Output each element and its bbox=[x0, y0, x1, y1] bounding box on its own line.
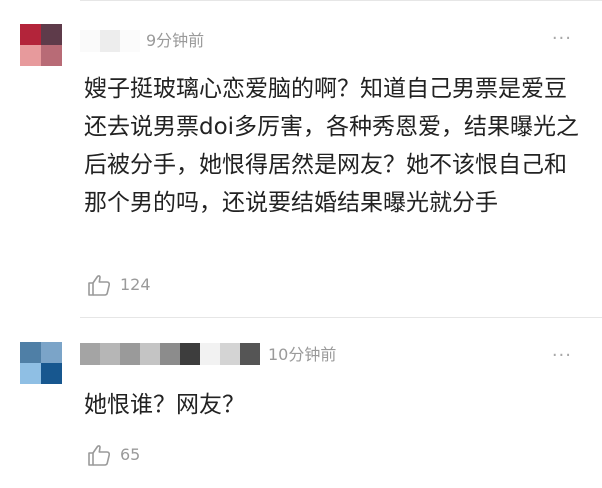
comment-item: 9分钟前 ··· 嫂子挺玻璃心恋爱脑的啊？知道自己男票是爱豆还去说男票doi多厉… bbox=[0, 0, 602, 318]
username-mosaic-cell bbox=[200, 343, 220, 365]
username-pixelated[interactable] bbox=[80, 30, 140, 52]
like-count: 124 bbox=[120, 275, 151, 294]
username-mosaic-cell bbox=[120, 30, 140, 52]
comment-timestamp: 9分钟前 bbox=[146, 31, 205, 50]
username-mosaic-cell bbox=[160, 343, 180, 365]
comment-timestamp: 10分钟前 bbox=[268, 345, 337, 364]
username-mosaic-cell bbox=[120, 343, 140, 365]
comment-text: 嫂子挺玻璃心恋爱脑的啊？知道自己男票是爱豆还去说男票doi多厉害，各种秀恩爱，结… bbox=[84, 76, 580, 216]
comment-item: 10分钟前 ··· 她恨谁？网友？ 65 bbox=[0, 320, 602, 488]
username-mosaic-cell bbox=[180, 343, 200, 365]
avatar-pixel bbox=[20, 45, 41, 66]
more-dots-icon[interactable]: ··· bbox=[552, 28, 572, 50]
avatar-pixel bbox=[20, 342, 41, 363]
thumbs-up-outline-icon bbox=[88, 445, 111, 466]
username-mosaic-cell bbox=[100, 30, 120, 52]
avatar-pixel bbox=[41, 342, 62, 363]
avatar-pixel bbox=[20, 24, 41, 45]
username-mosaic-cell bbox=[140, 343, 160, 365]
username-pixelated[interactable] bbox=[80, 343, 260, 365]
avatar-pixel bbox=[41, 45, 62, 66]
username-mosaic-cell bbox=[100, 343, 120, 365]
comment-text: 她恨谁？网友？ bbox=[84, 392, 245, 418]
username-mosaic-cell bbox=[80, 30, 100, 52]
avatar[interactable] bbox=[20, 24, 62, 66]
username-mosaic-cell bbox=[220, 343, 240, 365]
comment-divider bbox=[80, 317, 602, 318]
avatar-pixel bbox=[20, 363, 41, 384]
username-mosaic-cell bbox=[240, 343, 260, 365]
avatar[interactable] bbox=[20, 342, 62, 384]
thumbs-up-outline-icon bbox=[88, 275, 111, 296]
more-dots-icon[interactable]: ··· bbox=[552, 345, 572, 367]
like-count: 65 bbox=[120, 445, 141, 464]
avatar-pixel bbox=[41, 24, 62, 45]
avatar-pixel bbox=[41, 363, 62, 384]
like-button[interactable]: 124 bbox=[86, 272, 151, 298]
like-button[interactable]: 65 bbox=[86, 442, 140, 468]
username-mosaic-cell bbox=[80, 343, 100, 365]
